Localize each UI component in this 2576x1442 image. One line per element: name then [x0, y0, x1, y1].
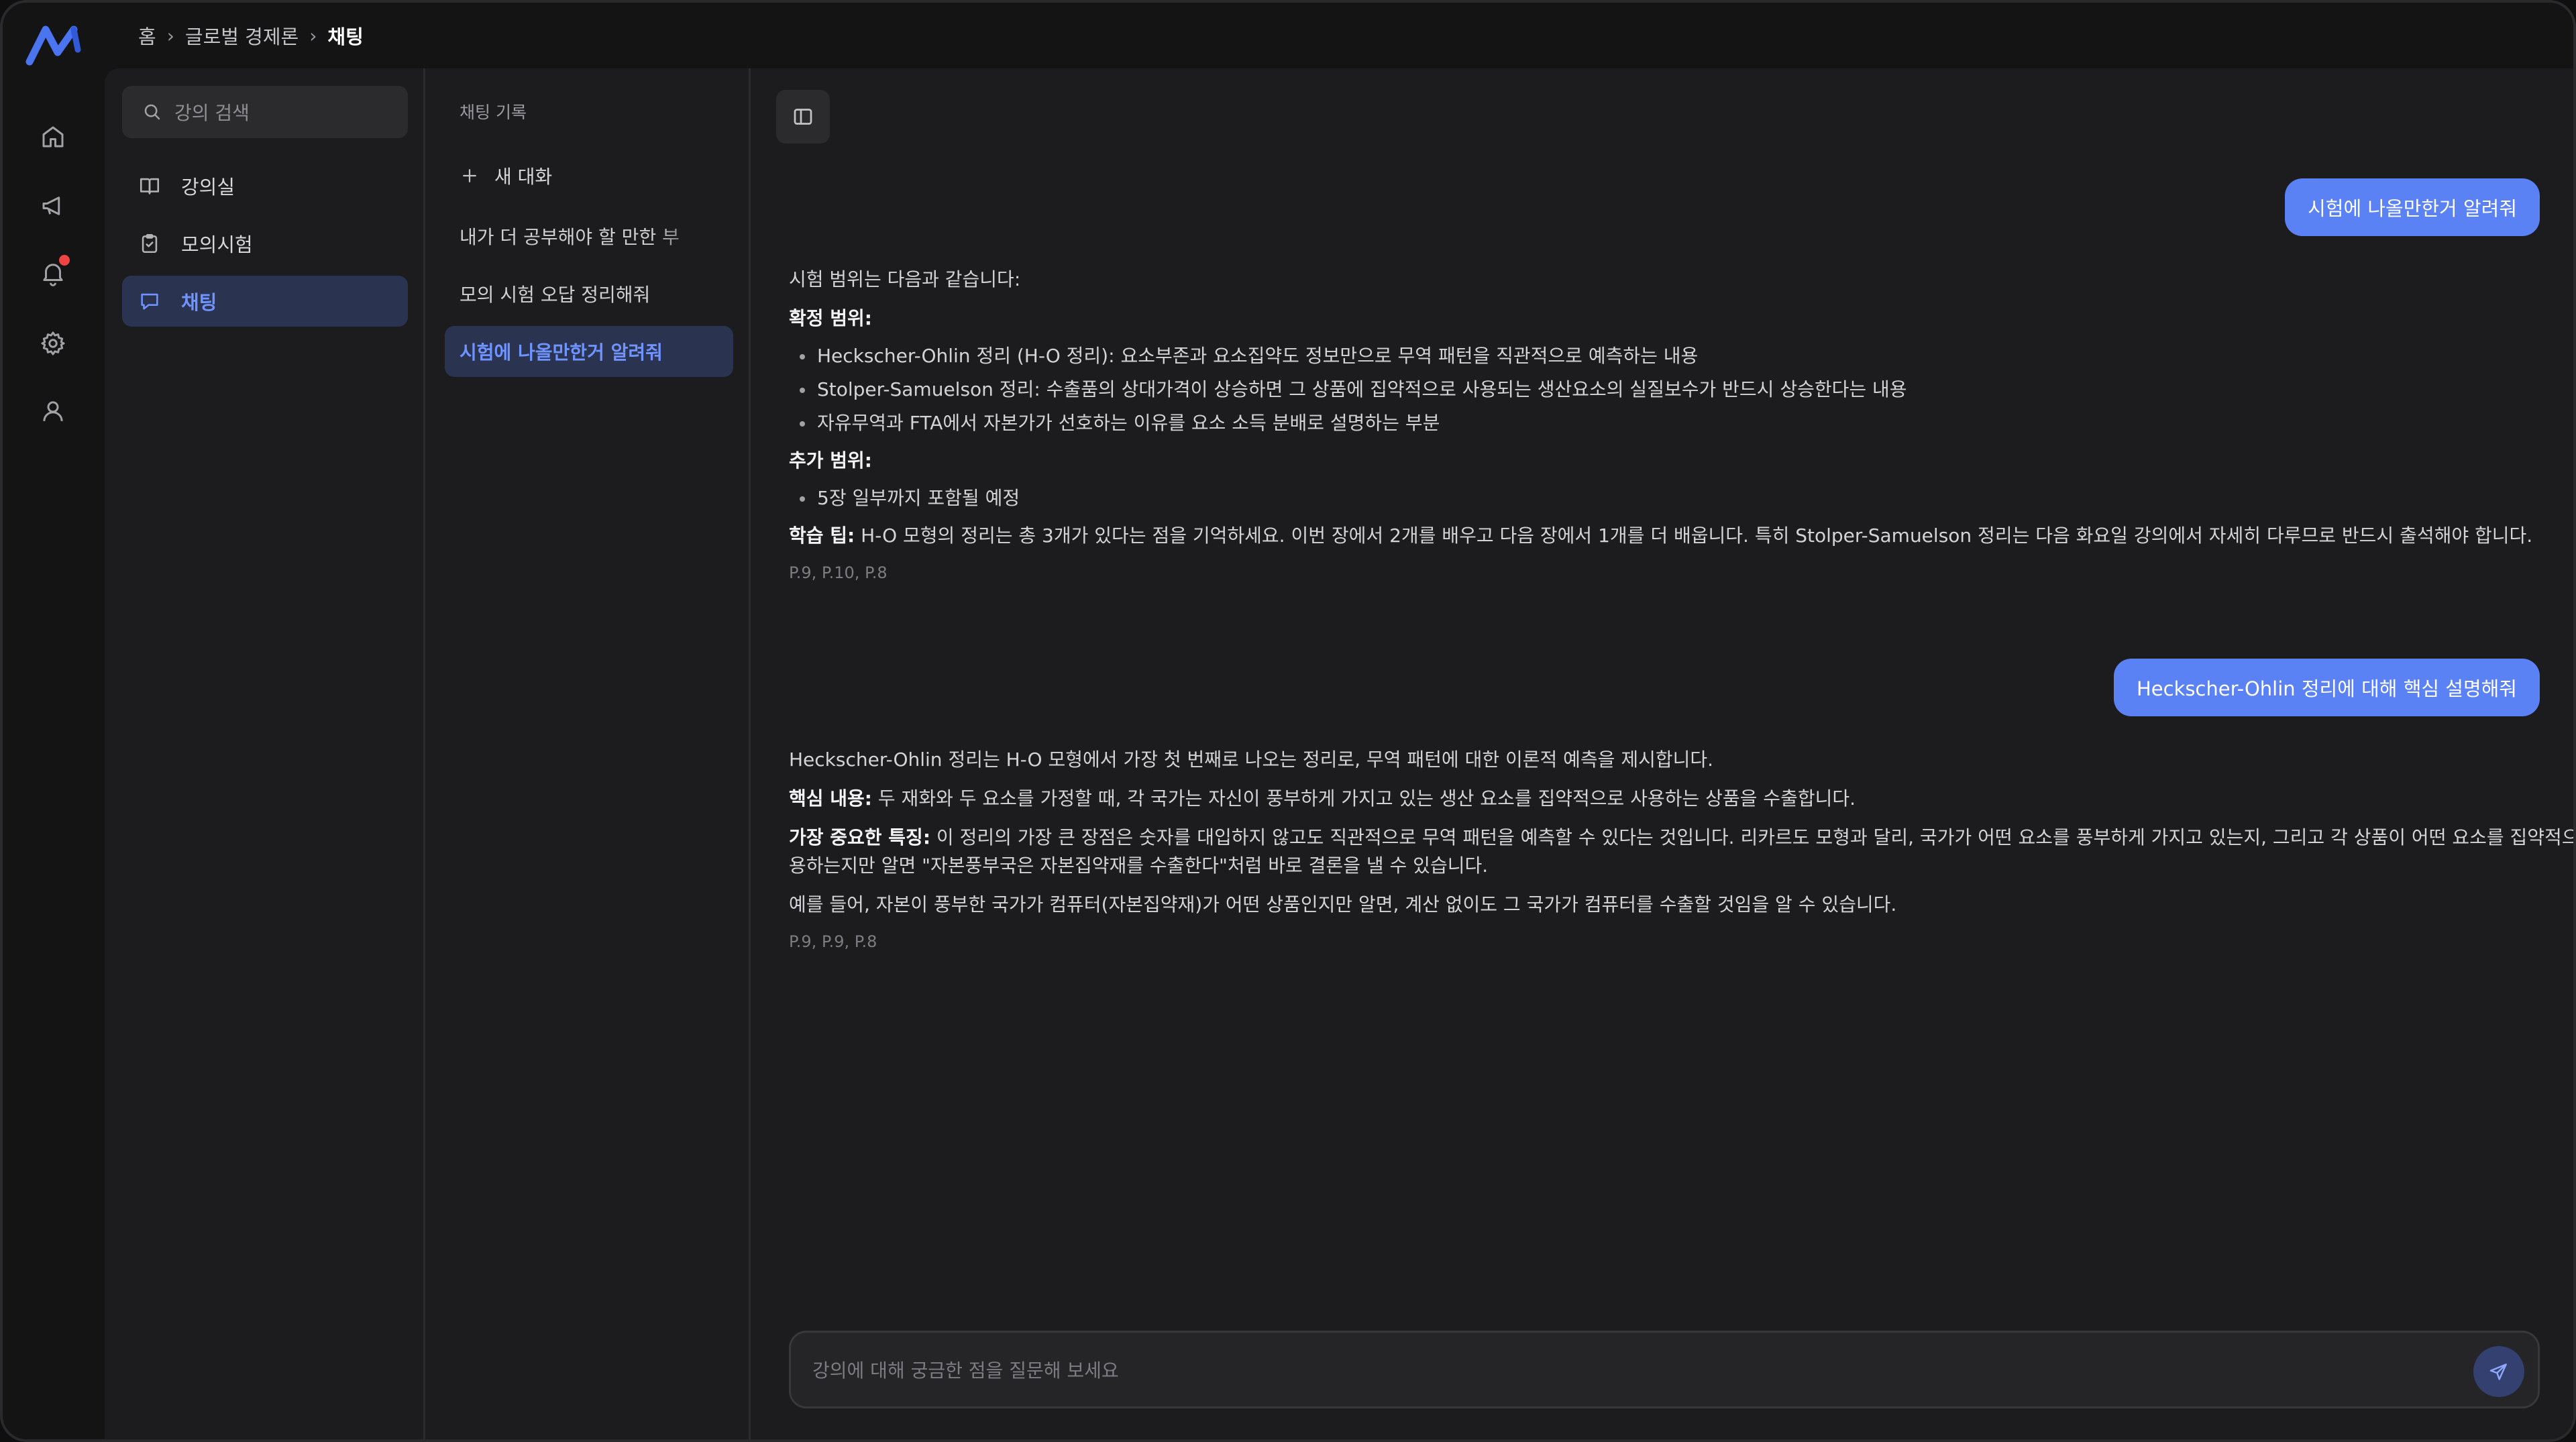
answer-intro: 시험 범위는 다음과 같습니다:: [789, 268, 1021, 290]
breadcrumb-current: 채팅: [327, 25, 364, 48]
chevron-right-icon: ›: [309, 24, 317, 47]
toggle-sidebar-button[interactable]: [776, 90, 830, 144]
history-item[interactable]: 모의 시험 오답 정리해줘: [445, 268, 733, 319]
app-window: 홈 › 글로벌 경제론 › 채팅 강의 검색 강의실 모의시험 채팅 채팅 기록…: [0, 0, 2576, 1442]
assistant-message: 시험 범위는 다음과 같습니다: 확정 범위: Heckscher-Ohlin …: [789, 266, 2573, 585]
app-logo[interactable]: [25, 23, 82, 67]
user-message-bubble: Heckscher-Ohlin 정리에 대해 핵심 설명해줘: [2113, 659, 2540, 716]
new-chat-label: 새 대화: [494, 166, 553, 188]
chat-main: 시험에 나올만한거 알려줘 시험 범위는 다음과 같습니다: 확정 범위: He…: [751, 68, 2573, 1439]
sidebar-item-label: 채팅: [181, 291, 217, 314]
assistant-message: Heckscher-Ohlin 정리는 H-O 모형에서 가장 첫 번째로 나오…: [789, 746, 2573, 954]
sidebar-item-classroom[interactable]: 강의실: [122, 160, 408, 211]
feature-label: 가장 중요한 특징:: [789, 826, 931, 848]
content-area: 강의 검색 강의실 모의시험 채팅 채팅 기록 새 대화 내가 더 공부해야 할…: [105, 68, 2573, 1439]
tip-label: 학습 팁:: [789, 524, 855, 547]
page-references[interactable]: P.9, P.9, P.8: [789, 930, 2573, 954]
answer-intro: Heckscher-Ohlin 정리는 H-O 모형에서 가장 첫 번째로 나오…: [789, 748, 1714, 771]
text-fade: [653, 211, 733, 262]
study-tip: 학습 팁: H-O 모형의 정리는 총 3개가 있다는 점을 기억하세요. 이번…: [789, 522, 2573, 550]
user-message-bubble: 시험에 나올만한거 알려줘: [2285, 178, 2540, 236]
sidebar-item-chat[interactable]: 채팅: [122, 276, 408, 327]
list-item: Stolper-Samuelson 정리: 수출품의 상대가격이 상승하면 그 …: [789, 376, 2573, 404]
history-item[interactable]: 내가 더 공부해야 할 만한 부: [445, 211, 733, 262]
notification-badge: [59, 255, 70, 266]
new-chat-button[interactable]: 새 대화: [460, 162, 552, 189]
chat-icon: [141, 293, 158, 310]
clipboard-check-icon: [142, 233, 158, 254]
breadcrumb-course[interactable]: 글로벌 경제론: [185, 21, 299, 50]
course-sidebar: 강의 검색 강의실 모의시험 채팅: [105, 68, 425, 1439]
send-button[interactable]: [2473, 1346, 2524, 1397]
search-icon: [144, 104, 160, 120]
chevron-right-icon: ›: [166, 24, 174, 47]
list-item: 자유무역과 FTA에서 자본가가 선호하는 이유를 요소 소득 분배로 설명하는…: [789, 409, 2573, 437]
chat-history-panel: 채팅 기록 새 대화 내가 더 공부해야 할 만한 부 모의 시험 오답 정리해…: [427, 68, 751, 1439]
history-item-label: 내가 더 공부해야 할 만한 부: [460, 226, 680, 248]
key-feature: 가장 중요한 특징: 이 정리의 가장 큰 장점은 숫자를 대입하지 않고도 직…: [789, 824, 2573, 880]
list-item: Heckscher-Ohlin 정리 (H-O 정리): 요소부존과 요소집약도…: [789, 342, 2573, 370]
profile-nav-button[interactable]: [34, 392, 72, 431]
sidebar-item-mock-exam[interactable]: 모의시험: [122, 218, 408, 269]
megaphone-icon: [42, 197, 60, 215]
user-icon: [43, 401, 63, 422]
sidebar-toggle-icon: [794, 109, 812, 125]
search-placeholder: 강의 검색: [174, 102, 250, 124]
answer-example: 예를 들어, 자본이 풍부한 국가가 컴퓨터(자본집약재)가 어떤 상품인지만 …: [789, 893, 1897, 916]
chat-history-title: 채팅 기록: [460, 103, 527, 122]
answer-heading: 확정 범위:: [789, 307, 872, 329]
list-item: 5장 일부까지 포함될 예정: [789, 484, 2573, 512]
book-icon: [140, 178, 160, 195]
gear-icon: [41, 331, 65, 355]
chat-input[interactable]: 강의에 대해 궁금한 점을 질문해 보세요: [789, 1331, 2540, 1408]
send-icon: [2489, 1364, 2507, 1380]
answer-heading: 추가 범위:: [789, 449, 872, 472]
chat-input-placeholder: 강의에 대해 궁금한 점을 질문해 보세요: [812, 1360, 1119, 1382]
answer-list: Heckscher-Ohlin 정리 (H-O 정리): 요소부존과 요소집약도…: [789, 342, 2573, 437]
breadcrumb-home[interactable]: 홈: [138, 21, 156, 50]
home-icon: [42, 126, 64, 148]
history-item-label: 모의 시험 오답 정리해줘: [460, 284, 651, 306]
sidebar-item-label: 모의시험: [181, 233, 253, 256]
tip-text: H-O 모형의 정리는 총 3개가 있다는 점을 기억하세요. 이번 장에서 2…: [855, 524, 2533, 547]
icon-rail: [3, 3, 105, 1439]
settings-nav-button[interactable]: [34, 324, 72, 363]
core-text: 두 재화와 두 요소를 가정할 때, 각 국가는 자신이 풍부하게 가지고 있는…: [872, 787, 1856, 810]
page-references[interactable]: P.9, P.10, P.8: [789, 561, 2573, 585]
core-content: 핵심 내용: 두 재화와 두 요소를 가정할 때, 각 국가는 자신이 풍부하게…: [789, 785, 2573, 813]
notification-nav-button[interactable]: [34, 254, 72, 292]
sidebar-item-label: 강의실: [181, 176, 235, 199]
lecture-search-input[interactable]: 강의 검색: [122, 86, 408, 138]
core-label: 핵심 내용:: [789, 787, 872, 810]
top-bar: 홈 › 글로벌 경제론 › 채팅: [105, 3, 2573, 68]
plus-icon: [463, 169, 476, 182]
breadcrumb: 홈 › 글로벌 경제론 › 채팅: [138, 21, 364, 50]
answer-list: 5장 일부까지 포함될 예정: [789, 484, 2573, 512]
history-item-active[interactable]: 시험에 나올만한거 알려줘: [445, 326, 733, 377]
announcement-nav-button[interactable]: [34, 186, 72, 225]
home-nav-button[interactable]: [34, 117, 72, 156]
feature-text: 이 정리의 가장 큰 장점은 숫자를 대입하지 않고도 직관적으로 무역 패턴을…: [789, 826, 2573, 877]
history-item-label: 시험에 나올만한거 알려줘: [460, 341, 663, 364]
